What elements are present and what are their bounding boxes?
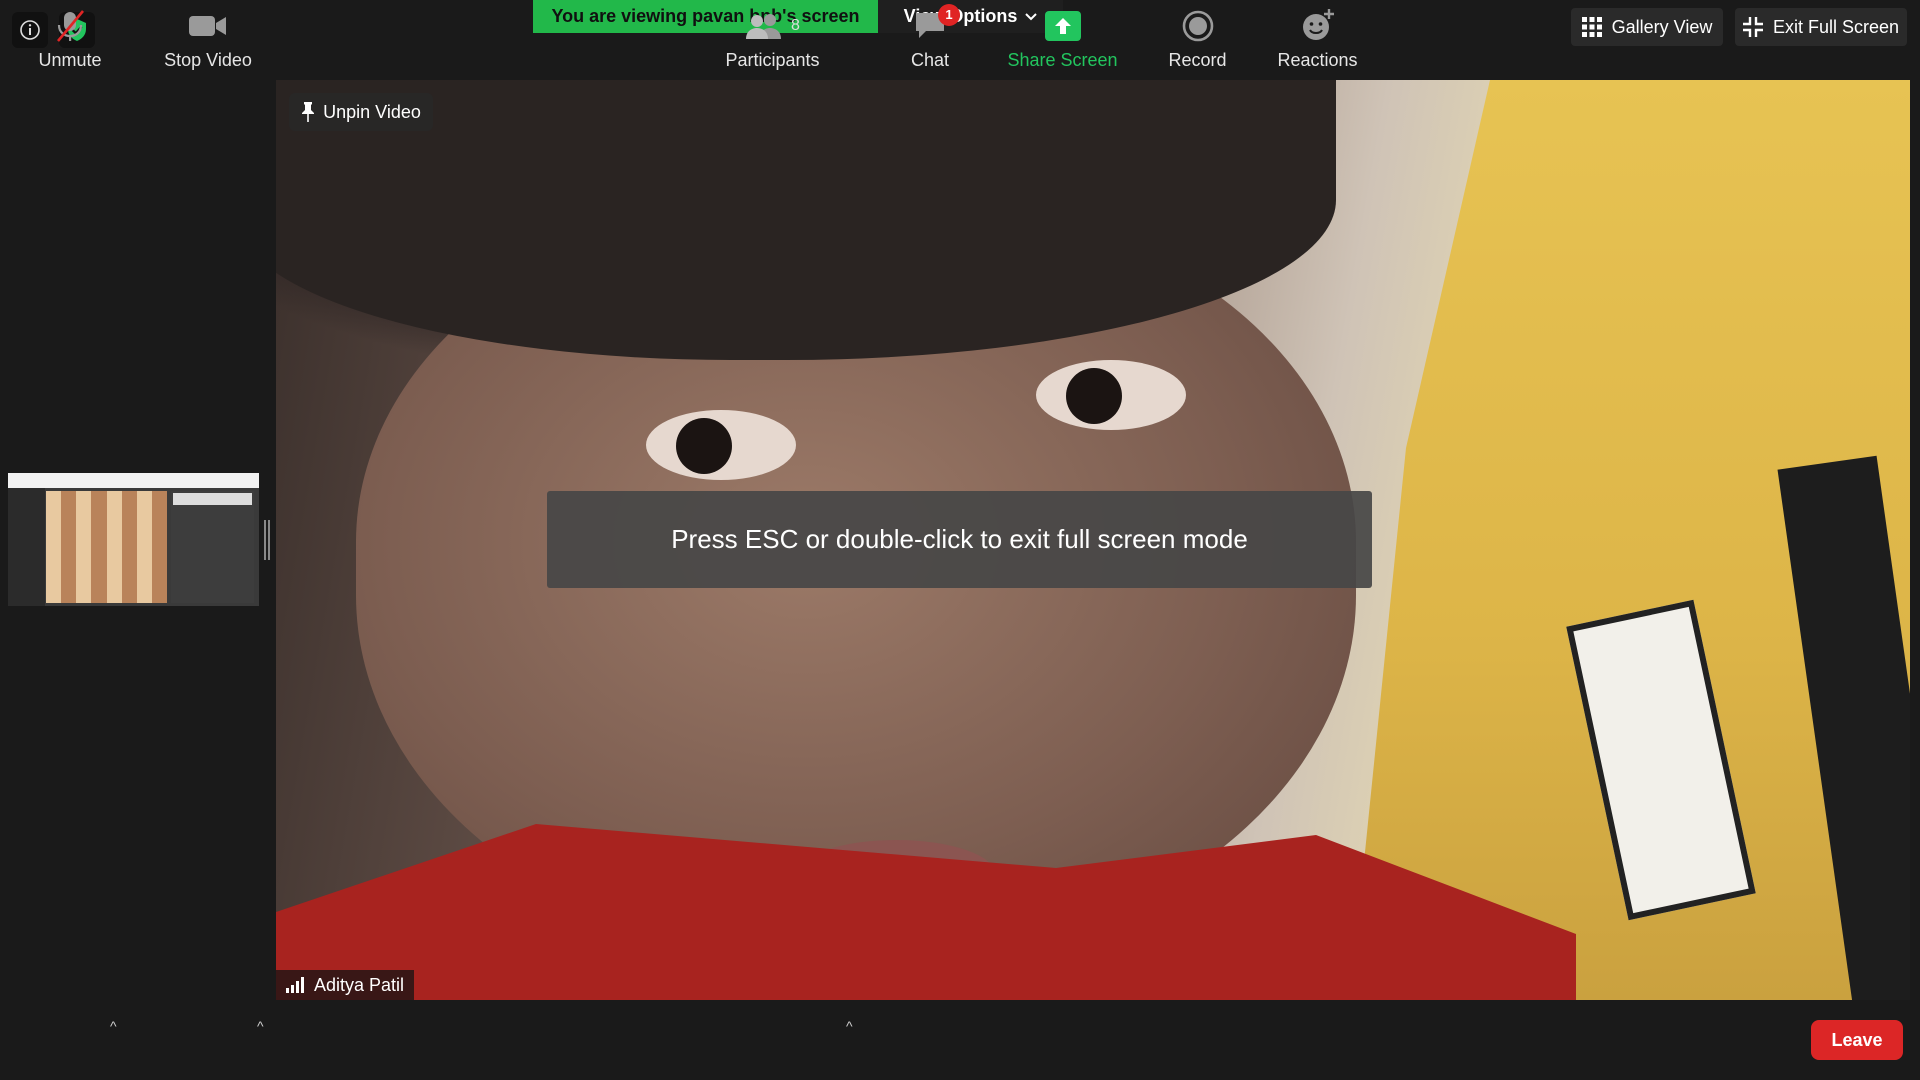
chat-label: Chat	[910, 49, 950, 70]
stop-video-label: Stop Video	[164, 49, 252, 70]
emoji-plus-icon	[1302, 8, 1334, 40]
collapse-icon	[1742, 17, 1763, 37]
audio-options-caret[interactable]: ^	[110, 1018, 117, 1034]
record-button[interactable]: Record	[1160, 0, 1235, 80]
thumbnail-side-panel	[171, 491, 254, 603]
reactions-label: Reactions	[1277, 49, 1358, 70]
pin-icon	[302, 102, 315, 122]
panel-resize-handle[interactable]	[264, 520, 270, 560]
video-camera-icon	[189, 15, 226, 36]
meeting-toolbar	[0, 1000, 1920, 1080]
gallery-view-button[interactable]: Gallery View	[1571, 8, 1723, 46]
record-icon	[1182, 10, 1213, 41]
unmute-button[interactable]: Unmute	[30, 0, 110, 80]
stop-video-button[interactable]: Stop Video	[158, 0, 258, 80]
share-screen-icon	[1044, 10, 1081, 41]
shared-screen-thumbnail[interactable]	[8, 473, 259, 606]
participants-icon	[746, 13, 782, 39]
leave-button[interactable]: Leave	[1811, 1020, 1903, 1060]
gallery-view-label: Gallery View	[1611, 16, 1713, 37]
participants-options-caret[interactable]: ^	[846, 1018, 853, 1034]
participants-button[interactable]: 8 Participants	[715, 0, 830, 80]
video-eye-left	[646, 410, 796, 480]
participant-name-tag: Aditya Patil	[276, 970, 415, 1000]
exit-full-screen-button[interactable]: Exit Full Screen	[1735, 8, 1907, 46]
unpin-video-label: Unpin Video	[323, 101, 421, 122]
signal-strength-icon	[286, 977, 304, 993]
chat-unread-badge: 1	[938, 3, 960, 26]
thumbnail-browser-bar	[8, 473, 259, 488]
fullscreen-hint-toast: Press ESC or double-click to exit full s…	[547, 491, 1372, 588]
video-options-caret[interactable]: ^	[257, 1018, 264, 1034]
participants-count: 8	[791, 16, 800, 34]
share-screen-button[interactable]: Share Screen	[1005, 0, 1120, 80]
unpin-video-button[interactable]: Unpin Video	[289, 93, 433, 131]
microphone-muted-icon	[57, 9, 84, 42]
video-eye-right	[1036, 360, 1186, 430]
reactions-button[interactable]: Reactions	[1275, 0, 1360, 80]
share-screen-label: Share Screen	[1007, 49, 1118, 70]
record-label: Record	[1168, 49, 1227, 70]
chat-button[interactable]: 1 Chat	[905, 0, 960, 80]
thumbnail-chess-board	[46, 491, 167, 603]
exit-full-screen-label: Exit Full Screen	[1772, 16, 1900, 37]
participants-label: Participants	[725, 49, 820, 70]
unmute-label: Unmute	[38, 49, 102, 70]
grid-icon	[1581, 17, 1602, 37]
thumbnail-sidebar	[8, 488, 45, 606]
participant-name: Aditya Patil	[314, 974, 405, 995]
